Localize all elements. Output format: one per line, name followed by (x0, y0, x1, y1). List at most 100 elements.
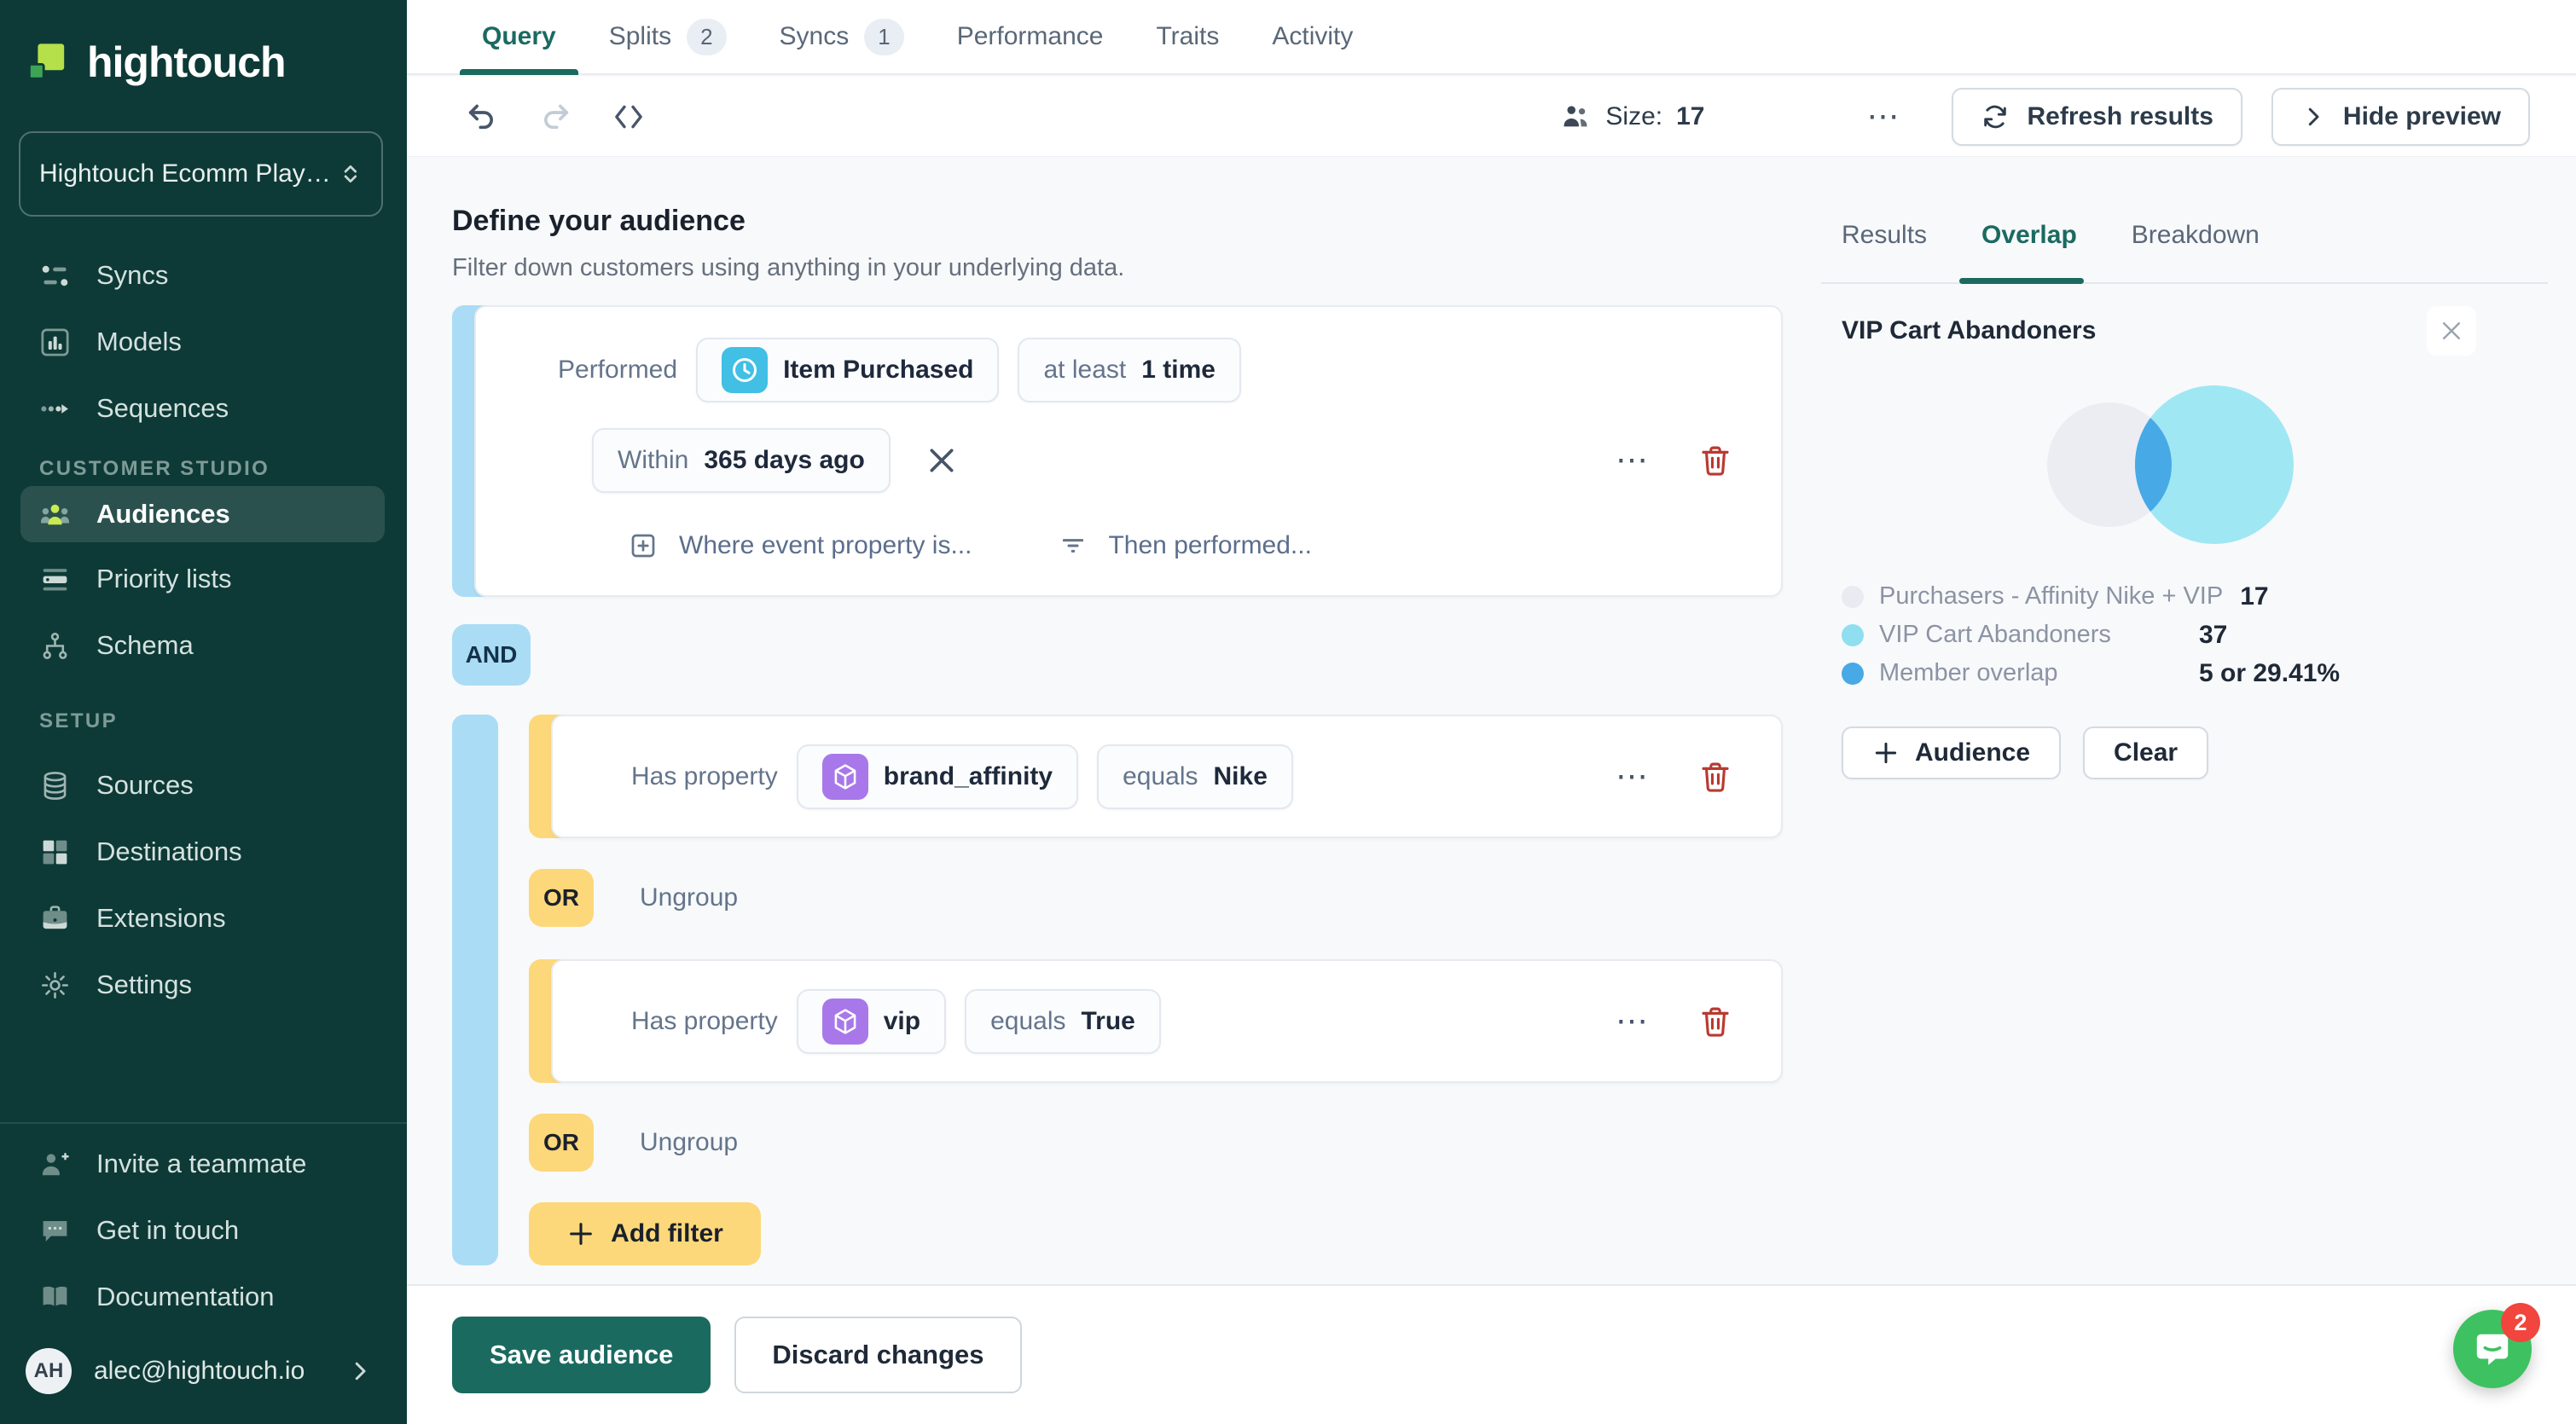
size-value: 17 (1676, 101, 1705, 130)
sidebar-label: Models (96, 327, 182, 356)
and-connector[interactable]: AND (452, 624, 531, 686)
invite-teammate-link[interactable]: Invite a teammate (0, 1131, 407, 1197)
hide-preview-button[interactable]: Hide preview (2271, 87, 2530, 146)
sidebar-item-destinations[interactable]: Destinations (0, 819, 407, 885)
has-property-label: Has property (631, 1006, 778, 1035)
clock-icon (722, 347, 769, 393)
hide-preview-label: Hide preview (2342, 101, 2501, 130)
delete-condition-icon[interactable] (1697, 759, 1733, 795)
operator: equals (1123, 761, 1198, 790)
performed-row: Performed Item Purchased at least 1 time (558, 338, 1733, 402)
tab-label: Performance (956, 22, 1104, 50)
condition-more-icon[interactable]: ⋯ (1616, 1005, 1648, 1038)
operator-pill[interactable]: equals Nike (1097, 744, 1293, 809)
tab-syncs[interactable]: Syncs 1 (780, 0, 904, 73)
property-pill[interactable]: brand_affinity (796, 744, 1079, 809)
save-audience-button[interactable]: Save audience (452, 1317, 711, 1393)
sidebar-item-sources[interactable]: Sources (0, 752, 407, 819)
user-menu[interactable]: AH alec@hightouch.io (0, 1330, 407, 1412)
delete-condition-icon[interactable] (1697, 443, 1733, 478)
tab-performance[interactable]: Performance (957, 0, 1104, 73)
sidebar-item-audiences[interactable]: Audiences (20, 486, 385, 542)
code-view-icon[interactable] (612, 100, 646, 134)
frequency-value: 1 time (1141, 356, 1215, 384)
discard-changes-button[interactable]: Discard changes (734, 1317, 1022, 1393)
or-connector[interactable]: OR (529, 869, 594, 927)
time-window-pill[interactable]: Within 365 days ago (592, 428, 891, 493)
event-pill[interactable]: Item Purchased (696, 338, 1000, 402)
sidebar-label: Get in touch (96, 1215, 240, 1245)
tab-overlap[interactable]: Overlap (1959, 221, 2084, 284)
overlap-header: VIP Cart Abandoners (1821, 306, 2548, 356)
tab-label: Activity (1272, 22, 1354, 50)
operator-value: True (1081, 1006, 1135, 1035)
or-group: Has property brand_affinity equals Nike (452, 715, 1783, 1265)
ungroup-link[interactable]: Ungroup (640, 883, 738, 912)
sidebar-label: Sources (96, 770, 194, 800)
sidebar-item-priority-lists[interactable]: Priority lists (0, 546, 407, 612)
workspace-selector[interactable]: Hightouch Ecomm Playg... (19, 131, 383, 217)
delete-condition-icon[interactable] (1697, 1004, 1733, 1039)
briefcase-icon (39, 903, 71, 935)
tab-traits[interactable]: Traits (1156, 0, 1219, 73)
splits-count-badge: 2 (687, 18, 727, 55)
undo-icon[interactable] (465, 100, 499, 134)
add-filter-button[interactable]: Add filter (529, 1202, 761, 1265)
plus-icon (1875, 742, 1897, 764)
condition-more-icon[interactable]: ⋯ (1616, 761, 1648, 793)
operator-pill[interactable]: equals True (965, 988, 1161, 1054)
or-row: OR Ungroup (529, 1114, 1783, 1172)
tab-label: Query (482, 22, 556, 50)
tab-activity[interactable]: Activity (1272, 0, 1353, 73)
frequency-pill[interactable]: at least 1 time (1018, 338, 1241, 402)
then-performed-group: Then performed... (1059, 531, 1312, 560)
tab-splits[interactable]: Splits 2 (609, 0, 727, 73)
close-icon (2443, 322, 2460, 339)
property-pill[interactable]: vip (796, 988, 947, 1054)
grid-icon (39, 836, 71, 868)
remove-window-icon[interactable] (925, 443, 959, 478)
documentation-link[interactable]: Documentation (0, 1264, 407, 1330)
book-icon (39, 1282, 71, 1313)
window-prefix: Within (618, 446, 689, 474)
condition-more-icon[interactable]: ⋯ (1616, 444, 1648, 477)
where-event-property-link[interactable]: Where event property is... (679, 531, 972, 560)
legend-value: 17 (2240, 582, 2269, 611)
sidebar-item-schema[interactable]: Schema (0, 612, 407, 679)
refresh-results-button[interactable]: Refresh results (1952, 87, 2242, 146)
toolbar-more-icon[interactable]: ⋯ (1866, 101, 1899, 133)
sidebar-label: Schema (96, 630, 194, 660)
ungroup-link[interactable]: Ungroup (640, 1128, 738, 1157)
sidebar-item-settings[interactable]: Settings (0, 952, 407, 1018)
sidebar-item-syncs[interactable]: Syncs (0, 242, 407, 309)
refresh-label: Refresh results (2027, 101, 2213, 130)
sidebar-item-extensions[interactable]: Extensions (0, 885, 407, 952)
legend-label: Member overlap (1879, 659, 2058, 686)
tab-results[interactable]: Results (1842, 221, 1927, 282)
get-in-touch-link[interactable]: Get in touch (0, 1197, 407, 1264)
syncs-count-badge: 1 (864, 18, 904, 55)
tab-breakdown[interactable]: Breakdown (2132, 221, 2260, 282)
tab-label: Splits (608, 22, 672, 50)
chat-launcher[interactable]: 2 (2453, 1303, 2540, 1388)
section-setup: SETUP (39, 709, 119, 732)
overlap-audience-title: VIP Cart Abandoners (1842, 316, 2097, 344)
person-add-icon (39, 1149, 71, 1180)
tab-query[interactable]: Query (460, 0, 578, 75)
then-performed-link[interactable]: Then performed... (1108, 531, 1311, 560)
chat-bubble-icon (39, 1215, 71, 1247)
app-window: hightouch Hightouch Ecomm Playg... Syncs… (0, 0, 2576, 1424)
redo-icon[interactable] (538, 100, 572, 134)
clear-button[interactable]: Clear (2083, 726, 2209, 779)
add-audience-button[interactable]: Audience (1842, 726, 2062, 779)
legend-dot-gray (1842, 585, 1864, 608)
sidebar-item-models[interactable]: Models (0, 309, 407, 375)
card-actions: ⋯ (1616, 759, 1733, 795)
has-property-label: Has property (631, 761, 778, 790)
legend-row: Purchasers - Affinity Nike + VIP 17 (1842, 577, 2548, 616)
models-icon (39, 327, 71, 358)
close-overlap-button[interactable] (2427, 306, 2476, 356)
or-connector[interactable]: OR (529, 1114, 594, 1172)
sidebar-item-sequences[interactable]: Sequences (0, 375, 407, 442)
section-customer-studio: CUSTOMER STUDIO (39, 457, 270, 480)
